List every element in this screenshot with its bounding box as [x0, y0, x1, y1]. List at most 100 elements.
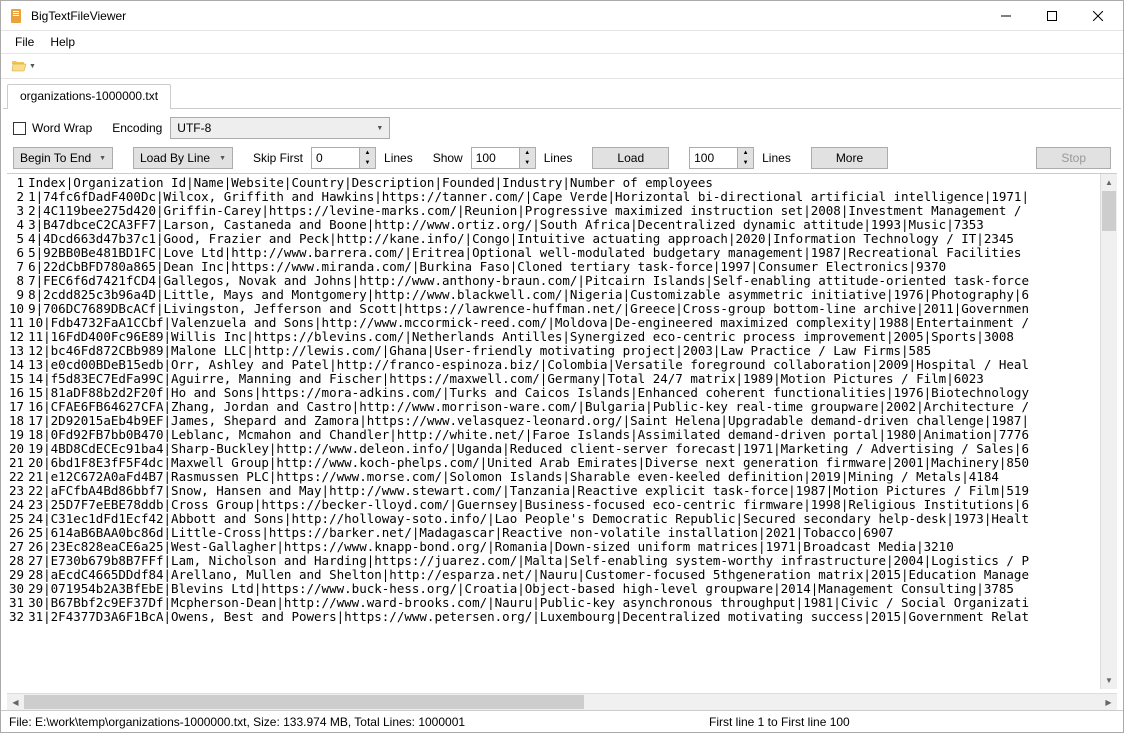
status-file-info: File: E:\work\temp\organizations-1000000… [9, 715, 709, 729]
line-number: 11 [9, 316, 24, 330]
text-content[interactable]: Index|Organization Id|Name|Website|Count… [28, 174, 1100, 689]
window-title: BigTextFileViewer [31, 9, 126, 23]
text-line: 30|B67Bbf2c9EF37Df|Mcpherson-Dean|http:/… [28, 596, 1100, 610]
text-line: 26|23Ec828eaCE6a25|West-Gallagher|https:… [28, 540, 1100, 554]
line-number: 15 [9, 372, 24, 386]
text-line: 22|aFCfbA4Bd86bbf7|Snow, Hansen and May|… [28, 484, 1100, 498]
text-line: 1|74fc6fDadF400Dc|Wilcox, Griffith and H… [28, 190, 1100, 204]
line-number: 13 [9, 344, 24, 358]
scroll-thumb[interactable] [1102, 191, 1116, 231]
stop-button[interactable]: Stop [1036, 147, 1111, 169]
open-file-button[interactable]: ▼ [7, 56, 40, 76]
line-number: 1 [9, 176, 24, 190]
line-number: 22 [9, 470, 24, 484]
line-number: 30 [9, 582, 24, 596]
dropdown-icon: ▼ [29, 63, 36, 70]
skipfirst-label: Skip First [253, 151, 303, 165]
text-line: 3|B47dbceC2CA3FF7|Larson, Castaneda and … [28, 218, 1100, 232]
spin-down-icon[interactable]: ▼ [360, 158, 375, 168]
wordwrap-label: Word Wrap [32, 121, 92, 135]
maximize-button[interactable] [1029, 1, 1075, 31]
direction-select[interactable]: Begin To End▼ [13, 147, 113, 169]
line-number: 2 [9, 190, 24, 204]
file-tab[interactable]: organizations-1000000.txt [7, 84, 171, 109]
text-line: 7|FEC6f6d7421fCD4|Gallegos, Novak and Jo… [28, 274, 1100, 288]
line-number: 26 [9, 526, 24, 540]
scroll-down-icon[interactable]: ▼ [1101, 672, 1117, 689]
text-line: 25|614aB6BAA0bc86d|Little-Cross|https://… [28, 526, 1100, 540]
line-number: 6 [9, 246, 24, 260]
text-line: 13|e0cd00BDeB15edb|Orr, Ashley and Patel… [28, 358, 1100, 372]
text-line: 18|0Fd92FB7bb0B470|Leblanc, Mcmahon and … [28, 428, 1100, 442]
spin-up-icon[interactable]: ▲ [360, 148, 375, 158]
folder-open-icon [11, 58, 27, 74]
chevron-down-icon: ▼ [376, 125, 383, 132]
text-line: 5|92BB0Be481BD1FC|Love Ltd|http://www.ba… [28, 246, 1100, 260]
line-number: 21 [9, 456, 24, 470]
encoding-select[interactable]: UTF-8▼ [170, 117, 390, 139]
text-line: 29|071954b2A3BfEbE|Blevins Ltd|https://w… [28, 582, 1100, 596]
line-number: 19 [9, 428, 24, 442]
line-number: 3 [9, 204, 24, 218]
text-line: 2|4C119bee275d420|Griffin-Carey|https://… [28, 204, 1100, 218]
line-number: 24 [9, 498, 24, 512]
skipfirst-unit: Lines [384, 151, 413, 165]
text-line: 15|81aDF88b2d2F20f|Ho and Sons|https://m… [28, 386, 1100, 400]
scroll-right-icon[interactable]: ▶ [1100, 694, 1117, 710]
chevron-down-icon: ▼ [219, 155, 226, 162]
status-range: First line 1 to First line 100 [709, 715, 850, 729]
scroll-left-icon[interactable]: ◀ [7, 694, 24, 710]
scroll-up-icon[interactable]: ▲ [1101, 174, 1117, 191]
text-line: 31|2F4377D3A6F1BcA|Owens, Best and Power… [28, 610, 1100, 624]
show-input[interactable]: 100 ▲▼ [471, 147, 536, 169]
minimize-button[interactable] [983, 1, 1029, 31]
text-line: 24|C31ec1dFd1Ecf42|Abbott and Sons|http:… [28, 512, 1100, 526]
text-line: 4|4Dcd663d47b37c1|Good, Frazier and Peck… [28, 232, 1100, 246]
text-line: 6|22dCbBFD780a865|Dean Inc|https://www.m… [28, 260, 1100, 274]
line-number: 23 [9, 484, 24, 498]
load-button[interactable]: Load [592, 147, 669, 169]
line-number: 10 [9, 302, 24, 316]
line-number: 12 [9, 330, 24, 344]
line-number: 18 [9, 414, 24, 428]
line-number: 9 [9, 288, 24, 302]
line-number: 27 [9, 540, 24, 554]
text-line: 28|aEcdC4665DDdf84|Arellano, Mullen and … [28, 568, 1100, 582]
menu-file[interactable]: File [7, 33, 42, 51]
text-line: Index|Organization Id|Name|Website|Count… [28, 176, 1100, 190]
menu-help[interactable]: Help [42, 33, 83, 51]
spin-down-icon[interactable]: ▼ [738, 158, 753, 168]
load-mode-select[interactable]: Load By Line▼ [133, 147, 233, 169]
horizontal-scrollbar[interactable]: ◀ ▶ [7, 693, 1117, 710]
text-line: 21|e12C672A0aFd4B7|Rasmussen PLC|https:/… [28, 470, 1100, 484]
line-number: 17 [9, 400, 24, 414]
skipfirst-input[interactable]: 0 ▲▼ [311, 147, 376, 169]
line-number: 8 [9, 274, 24, 288]
vertical-scrollbar[interactable]: ▲ ▼ [1100, 174, 1117, 689]
more-unit: Lines [762, 151, 791, 165]
show-unit: Lines [544, 151, 573, 165]
text-line: 10|Fdb4732FaA1CCbf|Valenzuela and Sons|h… [28, 316, 1100, 330]
more-input[interactable]: 100 ▲▼ [689, 147, 754, 169]
text-line: 8|2cdd825c3b96a4D|Little, Mays and Montg… [28, 288, 1100, 302]
wordwrap-checkbox[interactable]: Word Wrap [13, 121, 92, 135]
line-number: 7 [9, 260, 24, 274]
line-number: 16 [9, 386, 24, 400]
line-number: 20 [9, 442, 24, 456]
text-line: 16|CFAE6FB64627CFA|Zhang, Jordan and Cas… [28, 400, 1100, 414]
spin-down-icon[interactable]: ▼ [520, 158, 535, 168]
text-line: 23|25D7F7eEBE78ddb|Cross Group|https://b… [28, 498, 1100, 512]
line-number: 32 [9, 610, 24, 624]
show-label: Show [433, 151, 463, 165]
close-button[interactable] [1075, 1, 1121, 31]
line-number: 14 [9, 358, 24, 372]
line-number: 31 [9, 596, 24, 610]
text-line: 27|E730b679b8B7FFf|Lam, Nicholson and Ha… [28, 554, 1100, 568]
spin-up-icon[interactable]: ▲ [520, 148, 535, 158]
scroll-thumb[interactable] [24, 695, 584, 709]
line-number: 28 [9, 554, 24, 568]
text-line: 14|f5d83EC7EdFa99C|Aguirre, Manning and … [28, 372, 1100, 386]
more-button[interactable]: More [811, 147, 888, 169]
text-line: 11|16FdD400Fc96E89|Willis Inc|https://bl… [28, 330, 1100, 344]
spin-up-icon[interactable]: ▲ [738, 148, 753, 158]
